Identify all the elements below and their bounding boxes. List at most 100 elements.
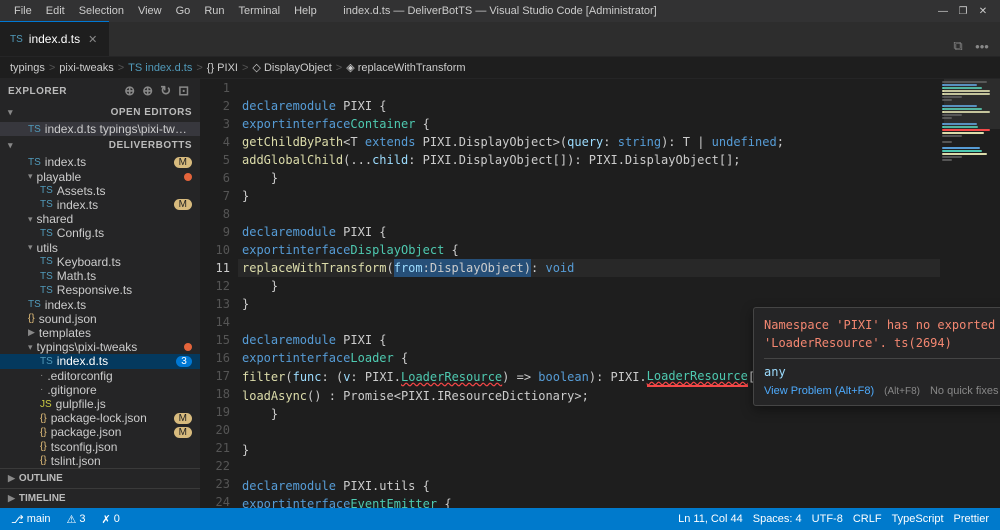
line-21: } (238, 441, 940, 459)
timeline-header[interactable]: ▶ TIMELINE (0, 489, 200, 508)
sidebar-item-typings-pixi-tweaks[interactable]: ▾ typings\pixi-tweaks (0, 340, 200, 354)
formatter[interactable]: Prettier (951, 513, 992, 525)
tab-index-d-ts[interactable]: TS index.d.ts ✕ (0, 21, 109, 56)
menu-edit[interactable]: Edit (40, 3, 71, 19)
open-editor-label: index.d.ts typings\pixi-twe... 3 (45, 122, 192, 136)
line-11: replaceWithTransform(from:DisplayObject)… (238, 259, 940, 277)
more-actions-button[interactable]: ••• (972, 36, 992, 56)
open-editors-header[interactable]: ▾ OPEN EDITORS (0, 103, 200, 122)
tab-label: index.d.ts (29, 32, 80, 46)
sidebar-item-templates[interactable]: ▶ templates (0, 326, 200, 340)
maximize-button[interactable]: ❐ (954, 3, 972, 19)
code-area[interactable]: 12345 678910 1112131415 1617181920 21222… (200, 79, 1000, 508)
cursor-position[interactable]: Ln 11, Col 44 (675, 513, 746, 525)
popup-error-text: Namespace 'PIXI' has no exported member … (764, 316, 1000, 352)
indentation-label: Spaces: 4 (753, 513, 802, 525)
menu-run[interactable]: Run (198, 3, 230, 19)
sidebar-item-package-lock-json[interactable]: {} package-lock.json M (0, 411, 200, 425)
outline-section: ▶ OUTLINE (0, 468, 200, 488)
branch-icon: ⎇ (11, 513, 24, 526)
breadcrumb-pixi-tweaks[interactable]: pixi-tweaks (59, 62, 113, 74)
sidebar-item-keyboard-ts[interactable]: TS Keyboard.ts (0, 255, 200, 269)
code-editor[interactable]: declare module PIXI { export interface C… (238, 79, 940, 508)
eol[interactable]: CRLF (850, 513, 885, 525)
new-folder-icon[interactable]: ⊕ (140, 83, 156, 99)
sidebar-item-index-ts-utils[interactable]: TS index.ts (0, 297, 200, 311)
line-1 (238, 79, 940, 97)
line-6: } (238, 169, 940, 187)
popup-actions: View Problem (Alt+F8) (Alt+F8) No quick … (764, 385, 1000, 397)
refresh-icon[interactable]: ↻ (158, 83, 174, 99)
hover-popup: Namespace 'PIXI' has no exported member … (753, 307, 1000, 406)
window-title: index.d.ts — DeliverBotTS — Visual Studi… (343, 5, 656, 17)
sidebar: EXPLORER ⊕ ⊕ ↻ ⊡ ▾ OPEN EDITORS TS index… (0, 79, 200, 508)
open-editors-label: OPEN EDITORS (111, 107, 192, 118)
deliverbotts-arrow: ▾ (8, 140, 13, 151)
popup-shortcut: (Alt+F8) (884, 386, 920, 397)
no-quick-fix-label: No quick fixes available (930, 385, 1000, 397)
line-23: declare module PIXI.utils { (238, 477, 940, 495)
timeline-label: TIMELINE (19, 493, 66, 504)
menu-terminal[interactable]: Terminal (233, 3, 287, 19)
breadcrumb-file[interactable]: TS index.d.ts (128, 62, 192, 74)
menu-file[interactable]: File (8, 3, 38, 19)
sidebar-item-responsive-ts[interactable]: TS Responsive.ts (0, 283, 200, 297)
breadcrumb-typings[interactable]: typings (10, 62, 45, 74)
breadcrumb-pixi[interactable]: {} PIXI (207, 62, 238, 74)
language-mode[interactable]: TypeScript (889, 513, 947, 525)
line-3: export interface Container { (238, 115, 940, 133)
deliverbotts-header[interactable]: ▾ DELIVERBOTTS (0, 136, 200, 155)
status-branch[interactable]: ⎇ main (8, 508, 54, 530)
status-errors[interactable]: ⚠ 3 (64, 508, 89, 530)
ts-file-icon: TS (28, 124, 41, 135)
breadcrumb-displayobject[interactable]: ◇ DisplayObject (252, 61, 331, 74)
minimize-button[interactable]: — (934, 3, 952, 19)
sidebar-item-config-ts[interactable]: TS Config.ts (0, 226, 200, 240)
line-19: } (238, 405, 940, 423)
sidebar-item-shared[interactable]: ▾ shared (0, 212, 200, 226)
split-editor-button[interactable]: ⧉ (948, 36, 968, 56)
menu-view[interactable]: View (132, 3, 168, 19)
sidebar-item-gulpfile-js[interactable]: JS gulpfile.js (0, 397, 200, 411)
sidebar-item-gitignore[interactable]: · .gitignore (0, 383, 200, 397)
tab-close-button[interactable]: ✕ (86, 32, 99, 47)
editor-area: 12345 678910 1112131415 1617181920 21222… (200, 79, 1000, 508)
status-bar: ⎇ main ⚠ 3 ✗ 0 Ln 11, Col 44 Spaces: 4 U… (0, 508, 1000, 530)
sidebar-item-editorconfig[interactable]: · .editorconfig (0, 369, 200, 383)
view-problem-link[interactable]: View Problem (Alt+F8) (764, 385, 874, 397)
sidebar-item-math-ts[interactable]: TS Math.ts (0, 269, 200, 283)
sidebar-item-index-ts-playable[interactable]: TS index.ts M (0, 198, 200, 212)
sidebar-item-tslint-json[interactable]: {} tslint.json (0, 454, 200, 468)
sidebar-item-tsconfig-json[interactable]: {} tsconfig.json (0, 440, 200, 454)
tab-bar: TS index.d.ts ✕ ⧉ ••• (0, 22, 1000, 57)
close-button[interactable]: ✕ (974, 3, 992, 19)
breadcrumb-method[interactable]: ◈ replaceWithTransform (346, 61, 465, 74)
line-2: declare module PIXI { (238, 97, 940, 115)
line-10: export interface DisplayObject { (238, 241, 940, 259)
outline-header[interactable]: ▶ OUTLINE (0, 469, 200, 488)
warning-count: 0 (114, 513, 120, 525)
sidebar-item-sound-json[interactable]: {} sound.json (0, 312, 200, 326)
sidebar-item-playable[interactable]: ▾ playable (0, 169, 200, 183)
indentation[interactable]: Spaces: 4 (750, 513, 805, 525)
open-editor-index-d-ts[interactable]: TS index.d.ts typings\pixi-twe... 3 (0, 122, 200, 136)
sidebar-item-utils[interactable]: ▾ utils (0, 241, 200, 255)
line-5: addGlobalChild(...child: PIXI.DisplayObj… (238, 151, 940, 169)
sidebar-item-index-ts-root[interactable]: TS index.ts M (0, 155, 200, 169)
tab-bar-actions: ⧉ ••• (940, 36, 1000, 56)
menu-selection[interactable]: Selection (73, 3, 130, 19)
sidebar-item-index-d-ts[interactable]: TS index.d.ts 3 (0, 354, 200, 368)
menu-go[interactable]: Go (170, 3, 197, 19)
deliverbotts-label: DELIVERBOTTS (109, 140, 192, 151)
line-24: export interface EventEmitter { (238, 495, 940, 508)
sidebar-item-assets-ts[interactable]: TS Assets.ts (0, 184, 200, 198)
warning-icon: ✗ (102, 513, 111, 526)
explorer-header[interactable]: EXPLORER ⊕ ⊕ ↻ ⊡ (0, 79, 200, 103)
new-file-icon[interactable]: ⊕ (122, 83, 138, 99)
collapse-all-icon[interactable]: ⊡ (176, 83, 192, 99)
sidebar-item-package-json[interactable]: {} package.json M (0, 425, 200, 439)
menu-help[interactable]: Help (288, 3, 323, 19)
encoding[interactable]: UTF-8 (809, 513, 846, 525)
status-warnings[interactable]: ✗ 0 (99, 508, 123, 530)
line-22 (238, 459, 940, 477)
